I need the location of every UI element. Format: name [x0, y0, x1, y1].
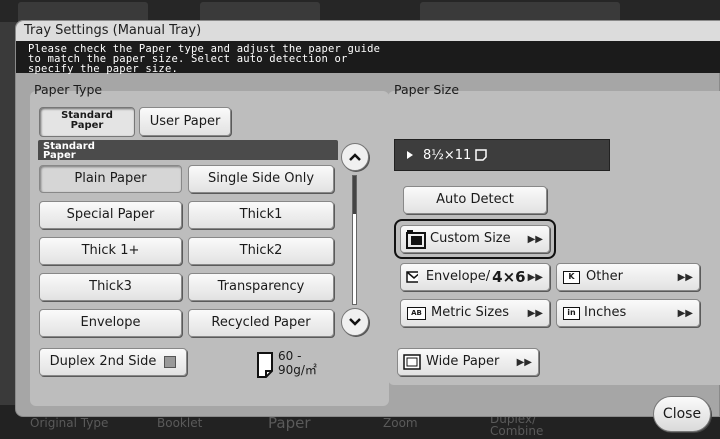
other-icon: K [563, 270, 580, 284]
fast-forward-icon: ▶▶ [527, 271, 543, 283]
option-thick3[interactable]: Thick3 [39, 273, 182, 301]
current-size-value: 8½×11 [423, 147, 472, 163]
option-envelope[interactable]: Envelope [39, 309, 182, 337]
paper-weight-line2: 90g/㎡ [278, 363, 317, 377]
chevron-up-icon [349, 153, 361, 161]
paper-weight-line1: 60 - [278, 349, 302, 363]
other-size-button[interactable]: K Other ▶▶ [556, 263, 700, 291]
envelope-size-label: 4×6 [492, 268, 526, 286]
envelope-4x6-button[interactable]: Envelope/ 4×6 ▶▶ [400, 263, 550, 291]
chevron-down-icon [349, 318, 361, 326]
bottom-tab-original-type: Original Type [30, 416, 109, 430]
instruction-message: Please check the Paper type and adjust t… [16, 41, 720, 75]
option-thick-1-plus[interactable]: Thick 1+ [39, 237, 182, 265]
scroll-up-button[interactable] [341, 143, 369, 171]
message-line: specify the paper size. [28, 63, 178, 75]
close-button[interactable]: Close [653, 396, 711, 432]
standard-paper-list-header: Standard Paper [38, 140, 338, 161]
inches-icon: in [563, 306, 580, 320]
custom-size-icon [406, 230, 426, 249]
custom-size-button[interactable]: Custom Size ▶▶ [400, 225, 550, 253]
background-tab [18, 2, 148, 22]
inches-button[interactable]: in Inches ▶▶ [556, 299, 700, 327]
bottom-tab-zoom: Zoom [383, 416, 418, 430]
option-recycled-paper[interactable]: Recycled Paper [188, 309, 334, 337]
dialog-title: Tray Settings (Manual Tray) [16, 21, 720, 41]
paper-orientation-icon [475, 149, 488, 161]
tab-user-paper[interactable]: User Paper [139, 107, 231, 136]
metric-sizes-button[interactable]: AB Metric Sizes ▶▶ [400, 299, 550, 327]
paper-weight-icon [256, 351, 274, 383]
option-single-side-only[interactable]: Single Side Only [188, 165, 334, 193]
duplex-checkbox [164, 356, 177, 368]
bottom-tab-booklet: Booklet [157, 416, 203, 430]
fast-forward-icon: ▶▶ [527, 233, 543, 245]
option-special-paper[interactable]: Special Paper [39, 201, 182, 229]
option-thick2[interactable]: Thick2 [188, 237, 334, 265]
scroll-down-button[interactable] [341, 308, 369, 336]
background-top-bar [0, 0, 720, 22]
option-transparency[interactable]: Transparency [188, 273, 334, 301]
fast-forward-icon: ▶▶ [677, 307, 693, 319]
tray-settings-dialog: Tray Settings (Manual Tray) Please check… [15, 20, 720, 417]
auto-detect-button[interactable]: Auto Detect [403, 186, 547, 214]
scroll-thumb[interactable] [353, 176, 356, 214]
option-thick1[interactable]: Thick1 [188, 201, 334, 229]
tray-icon [407, 151, 413, 159]
metric-icon: AB [407, 306, 426, 320]
fast-forward-icon: ▶▶ [527, 307, 543, 319]
current-size-display: 8½×11 [394, 139, 610, 171]
fast-forward-icon: ▶▶ [677, 271, 693, 283]
tab-standard-paper[interactable]: Standard Paper [39, 107, 135, 137]
duplex-2nd-side-button[interactable]: Duplex 2nd Side [39, 348, 187, 376]
envelope-icon [406, 271, 418, 283]
bottom-tab-paper: Paper [268, 414, 311, 432]
background-tab [200, 2, 320, 22]
option-plain-paper[interactable]: Plain Paper [39, 165, 182, 193]
paper-size-label: Paper Size [394, 82, 460, 97]
wide-paper-button[interactable]: Wide Paper ▶▶ [397, 348, 539, 376]
paper-type-label: Paper Type [34, 82, 103, 97]
fast-forward-icon: ▶▶ [516, 356, 532, 368]
wide-paper-icon [403, 354, 421, 370]
background-tab [420, 2, 620, 22]
